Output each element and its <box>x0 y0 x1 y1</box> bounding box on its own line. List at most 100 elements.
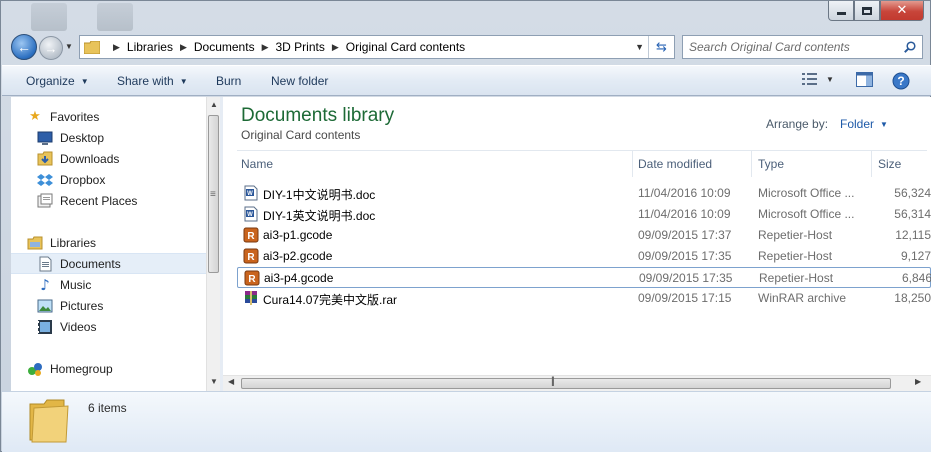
file-name: DIY-1中文说明书.doc <box>263 188 376 202</box>
scrollbar-grip: ||| <box>551 376 555 387</box>
share-with-button[interactable]: Share with ▼ <box>117 74 188 88</box>
organize-button[interactable]: Organize ▼ <box>26 74 89 88</box>
breadcrumb-libraries[interactable]: Libraries <box>127 40 173 54</box>
help-button[interactable]: ? <box>892 72 910 90</box>
table-row[interactable]: R ai3-p2.gcode 09/09/2015 17:35 Repetier… <box>237 246 931 267</box>
file-list-horizontal-scrollbar[interactable]: ◀ ||| ▶ <box>223 375 931 391</box>
column-name-label: Name <box>241 157 274 171</box>
scroll-up-arrow[interactable]: ▲ <box>210 100 218 109</box>
svg-text:?: ? <box>897 74 904 88</box>
file-name: ai3-p2.gcode <box>263 249 333 263</box>
nav-item-desktop[interactable]: Desktop <box>37 127 206 148</box>
column-header-type[interactable]: Type <box>754 151 872 177</box>
search-icon[interactable] <box>904 41 916 53</box>
breadcrumb-documents[interactable]: Documents <box>194 40 255 54</box>
column-type-label: Type <box>758 157 785 171</box>
nav-item-label: Documents <box>60 256 121 271</box>
chevron-down-icon[interactable]: ▼ <box>826 75 834 84</box>
nav-item-recent-places[interactable]: Recent Places <box>37 190 206 211</box>
file-type: Repetier-Host <box>759 271 834 285</box>
arrange-by-dropdown[interactable]: Folder ▼ <box>840 117 888 131</box>
burn-button[interactable]: Burn <box>216 74 241 88</box>
column-header-size[interactable]: Size <box>874 151 931 177</box>
close-button[interactable]: ✕ <box>880 1 924 21</box>
column-date-label: Date modified <box>638 157 713 171</box>
file-name: Cura14.07完美中文版.rar <box>263 293 398 307</box>
repetier-icon: R <box>243 227 259 243</box>
nav-libraries[interactable]: Libraries <box>27 232 206 253</box>
winrar-icon <box>245 291 257 305</box>
details-view-icon <box>802 73 817 85</box>
arrange-by-value: Folder <box>840 117 875 131</box>
close-icon: ✕ <box>896 3 908 18</box>
back-button[interactable]: ← <box>11 34 37 60</box>
svg-text:R: R <box>248 274 256 285</box>
svg-text:W: W <box>247 191 253 197</box>
navigation-bar: ← → ▼ ▶ Libraries ▶ Documents ▶ 3D Print… <box>1 31 931 63</box>
scrollbar-thumb[interactable] <box>241 378 891 389</box>
nav-homegroup[interactable]: Homegroup <box>27 358 206 379</box>
chevron-down-icon: ▼ <box>880 119 888 129</box>
file-date: 11/04/2016 10:09 <box>638 207 731 221</box>
nav-item-videos[interactable]: Videos <box>37 316 206 337</box>
file-date: 09/09/2015 17:15 <box>638 291 732 305</box>
chevron-down-icon: ▼ <box>80 76 89 86</box>
nav-item-documents[interactable]: Documents <box>11 253 206 274</box>
nav-favorites[interactable]: ★ Favorites <box>27 106 206 127</box>
table-row[interactable]: W DIY-1中文说明书.doc 11/04/2016 10:09 Micros… <box>237 183 931 204</box>
nav-item-music[interactable]: ♪ Music <box>37 274 206 295</box>
nav-item-pictures[interactable]: Pictures <box>37 295 206 316</box>
table-row[interactable]: R ai3-p4.gcode 09/09/2015 17:35 Repetier… <box>237 267 931 288</box>
scroll-right-arrow[interactable]: ▶ <box>915 377 921 386</box>
refresh-icon: ⇆ <box>656 39 667 54</box>
svg-text:R: R <box>247 252 255 263</box>
chevron-right-icon[interactable]: ▶ <box>180 42 187 53</box>
arrow-right-icon: → <box>44 40 58 56</box>
column-header-date[interactable]: Date modified <box>634 151 752 177</box>
file-name: DIY-1英文说明书.doc <box>263 209 376 223</box>
new-folder-button[interactable]: New folder <box>271 74 328 88</box>
chevron-right-icon[interactable]: ▶ <box>262 42 269 53</box>
breadcrumb-3d-prints[interactable]: 3D Prints <box>276 40 325 54</box>
search-input[interactable]: Search Original Card contents <box>682 35 923 59</box>
navigation-pane: ★ Favorites Desktop Downloads Dropbox Re… <box>11 97 206 391</box>
folder-icon <box>84 40 100 54</box>
chevron-right-icon[interactable]: ▶ <box>332 42 339 53</box>
file-size: 18,250 <box>894 291 931 305</box>
file-name: ai3-p4.gcode <box>264 271 334 285</box>
column-size-label: Size <box>878 157 902 171</box>
homegroup-icon <box>28 362 42 376</box>
file-size: 56,324 <box>894 186 931 200</box>
window-controls: ✕ <box>828 1 924 21</box>
recent-pages-dropdown[interactable]: ▼ <box>65 42 75 52</box>
nav-item-dropbox[interactable]: Dropbox <box>37 169 206 190</box>
column-header-name[interactable]: Name <box>237 151 633 177</box>
forward-button[interactable]: → <box>39 36 63 60</box>
chevron-right-icon[interactable]: ▶ <box>113 42 120 53</box>
maximize-button[interactable] <box>854 1 880 21</box>
downloads-folder-icon <box>37 151 53 165</box>
file-date: 11/04/2016 10:09 <box>638 186 731 200</box>
table-row[interactable]: W DIY-1英文说明书.doc 11/04/2016 10:09 Micros… <box>237 204 931 225</box>
address-history-dropdown[interactable]: ▼ <box>635 42 644 52</box>
scroll-down-arrow[interactable]: ▼ <box>210 377 218 386</box>
file-type: Repetier-Host <box>758 228 833 242</box>
scroll-left-arrow[interactable]: ◀ <box>228 377 234 386</box>
file-type: WinRAR archive <box>758 291 847 305</box>
dropbox-icon <box>37 173 53 186</box>
word-doc-icon: W <box>244 206 258 222</box>
table-row[interactable]: Cura14.07完美中文版.rar 09/09/2015 17:15 WinR… <box>237 288 931 309</box>
breadcrumb-original-card-contents[interactable]: Original Card contents <box>346 40 465 54</box>
nav-item-label: Desktop <box>60 130 105 145</box>
refresh-button[interactable]: ⇆ <box>648 36 674 58</box>
navigation-pane-scrollbar[interactable]: ▲ ≡ ▼ <box>206 97 220 391</box>
table-row[interactable]: R ai3-p1.gcode 09/09/2015 17:37 Repetier… <box>237 225 931 246</box>
nav-item-downloads[interactable]: Downloads <box>37 148 206 169</box>
file-size: 56,314 <box>894 207 931 221</box>
address-bar[interactable]: ▶ Libraries ▶ Documents ▶ 3D Prints ▶ Or… <box>79 35 675 59</box>
change-view-button[interactable]: ▼ <box>802 72 834 86</box>
preview-pane-button[interactable] <box>856 72 873 87</box>
documents-icon <box>39 256 52 271</box>
minimize-button[interactable] <box>828 1 854 21</box>
background-glass-shape <box>97 3 133 31</box>
